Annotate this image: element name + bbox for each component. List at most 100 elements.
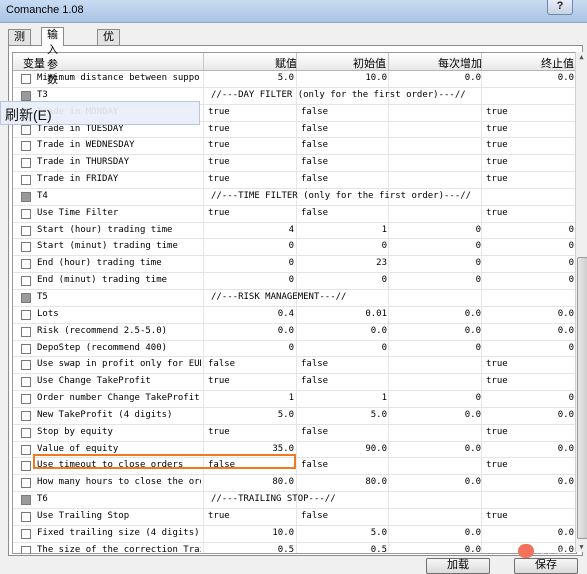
start-cell[interactable]: false [301,174,328,184]
stop-cell[interactable]: 0 [569,225,574,235]
row-checkbox[interactable] [21,309,31,320]
value-cell[interactable]: 5.0 [278,73,294,83]
stop-cell[interactable]: 0 [569,393,574,403]
scroll-down-icon[interactable]: ▼ [577,542,586,552]
value-cell[interactable]: 0 [289,258,294,268]
table-row[interactable]: How many hours to close the order 80.0 80.… [13,475,576,493]
table-row[interactable]: Trade in FRIDAY true false true [13,172,576,189]
start-cell[interactable]: 5.0 [371,528,387,538]
vertical-scrollbar[interactable]: ▲ ▼ [575,52,587,552]
start-cell[interactable]: false [301,124,328,134]
section-comment[interactable]: //---TRAILING STOP---// [211,494,336,504]
start-cell[interactable]: false [301,511,328,521]
stop-cell[interactable]: 0.0 [558,444,574,454]
help-button[interactable]: ? [547,0,573,15]
header-stop[interactable]: 终止值 [541,55,574,71]
start-cell[interactable]: 80.0 [365,477,387,487]
step-cell[interactable]: 0 [476,258,481,268]
table-row[interactable]: Use Change TakeProfit true false true [13,374,576,392]
scroll-up-icon[interactable]: ▲ [577,52,586,62]
row-checkbox[interactable] [21,124,31,135]
value-cell[interactable]: false [208,359,235,369]
row-checkbox[interactable] [21,495,31,506]
table-row[interactable]: Lots 0.4 0.01 0.0 0.0 [13,306,576,324]
row-checkbox[interactable] [21,276,31,287]
stop-cell[interactable]: 0 [569,241,574,251]
value-cell[interactable]: 4 [289,225,294,235]
step-cell[interactable]: 0.0 [465,477,481,487]
step-cell[interactable]: 0.0 [465,326,481,336]
stop-cell[interactable]: true [486,124,508,134]
step-cell[interactable]: 0 [476,225,481,235]
step-cell[interactable]: 0.0 [465,528,481,538]
value-cell[interactable]: true [208,107,230,117]
table-row[interactable]: New TakeProfit (4 digits) 5.0 5.0 0.0 0.0 [13,407,576,425]
table-row[interactable]: Minimum distance between suppor... 5.0 10.… [13,71,576,88]
value-cell[interactable]: 0.5 [278,545,294,553]
stop-cell[interactable]: true [486,511,508,521]
row-checkbox[interactable] [21,225,31,236]
row-checkbox[interactable] [21,191,31,202]
value-cell[interactable]: 1 [289,393,294,403]
stop-cell[interactable]: 0.0 [558,410,574,420]
table-row[interactable]: Use timeout to close orders false false tru… [13,458,576,476]
row-checkbox[interactable] [21,545,31,553]
start-cell[interactable]: 0.0 [371,326,387,336]
start-cell[interactable]: 90.0 [365,444,387,454]
value-cell[interactable]: 80.0 [272,477,294,487]
section-comment[interactable]: //---TIME FILTER (only for the first ord… [211,191,471,201]
stop-cell[interactable]: true [486,107,508,117]
start-cell[interactable]: 0 [382,275,387,285]
tab-optimize[interactable]: 优化 [97,29,120,58]
value-cell[interactable]: true [208,427,230,437]
step-cell[interactable]: 0 [476,343,481,353]
section-comment[interactable]: //---DAY FILTER (only for the first orde… [211,90,466,100]
table-row[interactable]: The size of the correction Trai... 0.5 0.5… [13,542,576,553]
start-cell[interactable]: false [301,107,328,117]
start-cell[interactable]: false [301,208,328,218]
row-checkbox[interactable] [21,292,31,303]
stop-cell[interactable]: true [486,460,508,470]
start-cell[interactable]: 5.0 [371,410,387,420]
value-cell[interactable]: 0 [289,275,294,285]
row-checkbox[interactable] [21,326,31,337]
table-row[interactable]: Start (hour) trading time 4 1 0 0 [13,222,576,240]
row-checkbox[interactable] [21,175,31,186]
step-cell[interactable]: 0.0 [465,545,481,553]
header-step[interactable]: 每次增加 [438,55,482,71]
value-cell[interactable]: true [208,140,230,150]
table-row[interactable]: Use swap in profit only for EURUSD false f… [13,357,576,375]
load-button[interactable]: 加载 [426,558,490,574]
value-cell[interactable]: true [208,208,230,218]
value-cell[interactable]: 35.0 [272,444,294,454]
row-checkbox[interactable] [21,528,31,539]
row-checkbox[interactable] [21,242,31,253]
value-cell[interactable]: true [208,511,230,521]
value-cell[interactable]: true [208,124,230,134]
stop-cell[interactable]: 0.0 [558,477,574,487]
stop-cell[interactable]: true [486,359,508,369]
row-checkbox[interactable] [21,511,31,522]
refresh-menu-item[interactable]: 刷新(E) [5,105,52,125]
value-cell[interactable]: 0 [289,241,294,251]
table-row[interactable]: Order number Change TakeProfit 1 1 0 0 [13,391,576,408]
header-value[interactable]: 赋值 [275,55,297,71]
table-row[interactable]: Stop by equity true false true [13,424,576,442]
section-row[interactable]: T4 //---TIME FILTER (only for the first o… [13,188,576,206]
table-row[interactable]: End (hour) trading time 0 23 0 0 [13,256,576,274]
table-row[interactable]: Use Trailing Stop true false true [13,508,576,526]
step-cell[interactable]: 0 [476,241,481,251]
table-row[interactable]: Value of equity 35.0 90.0 0.0 0.0 [13,441,576,459]
start-cell[interactable]: 23 [376,258,387,268]
stop-cell[interactable]: 0 [569,275,574,285]
stop-cell[interactable]: 0.0 [558,326,574,336]
step-cell[interactable]: 0 [476,393,481,403]
value-cell[interactable]: true [208,157,230,167]
tab-inputs[interactable]: 输入参数 [41,27,64,86]
table-row[interactable]: Start (minut) trading time 0 0 0 0 [13,239,576,257]
value-cell[interactable]: 0.0 [278,326,294,336]
section-row[interactable]: T5 //---RISK MANAGEMENT---// [13,289,576,307]
row-checkbox[interactable] [21,74,31,84]
stop-cell[interactable]: true [486,174,508,184]
start-cell[interactable]: 10.0 [365,73,387,83]
